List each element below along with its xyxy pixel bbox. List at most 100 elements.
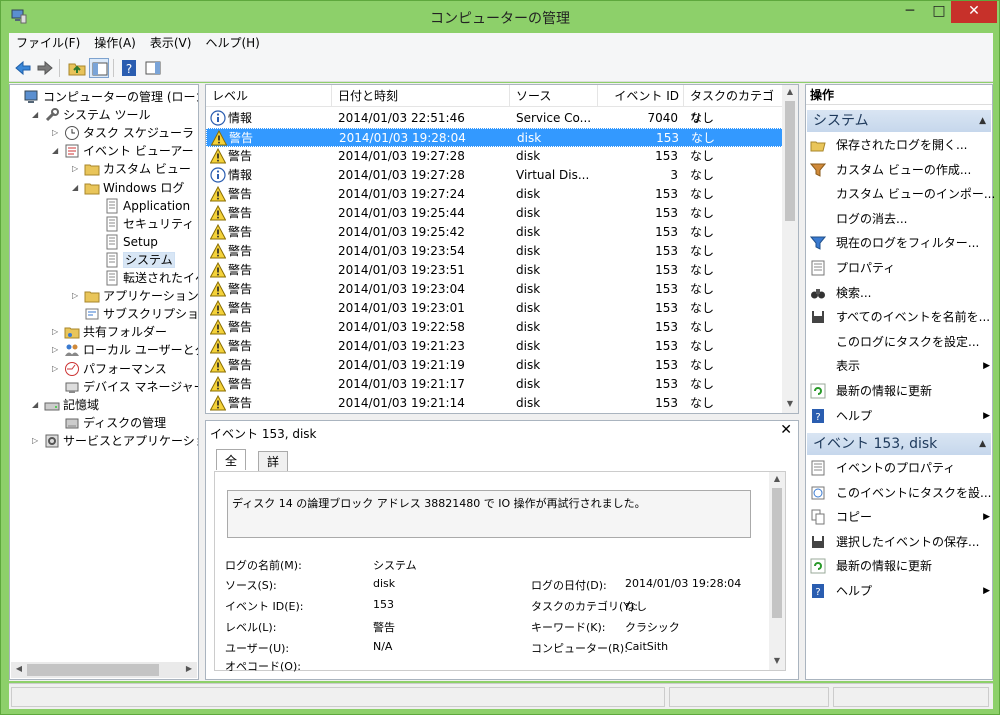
action-item[interactable]: 現在のログをフィルター...: [809, 232, 990, 254]
action-item[interactable]: カスタム ビューの作成...: [809, 159, 990, 181]
scroll-thumb[interactable]: [785, 101, 795, 221]
event-row[interactable]: 警告 2014/01/03 19:28:04 disk 153 なし: [206, 128, 784, 147]
action-item[interactable]: ログの消去...: [810, 208, 990, 230]
action-item[interactable]: コピー ▶: [810, 506, 990, 528]
event-row[interactable]: 警告 2014/01/03 19:23:51 disk 153 なし: [206, 261, 784, 280]
tree-item[interactable]: ▷ パフォーマンス: [52, 360, 167, 378]
up-folder-icon[interactable]: [67, 58, 87, 78]
scroll-down-icon[interactable]: ▼: [769, 656, 785, 665]
column-header-event-id[interactable]: イベント ID: [598, 85, 684, 107]
column-header-source[interactable]: ソース: [510, 85, 598, 107]
tree-item[interactable]: デバイス マネージャー: [52, 378, 198, 396]
expand-icon[interactable]: ▷: [32, 432, 42, 450]
expand-icon[interactable]: ▷: [52, 360, 62, 378]
action-item[interactable]: 表示 ▶: [810, 355, 990, 377]
scroll-up-icon[interactable]: ▲: [782, 87, 798, 96]
tree-item[interactable]: ▷ サービスとアプリケーション: [32, 432, 198, 450]
expand-icon[interactable]: ▷: [52, 341, 62, 359]
event-row[interactable]: 警告 2014/01/03 19:21:23 disk 153 なし: [206, 337, 784, 356]
action-item[interactable]: プロパティ: [810, 257, 990, 279]
event-row[interactable]: 警告 2014/01/03 19:27:28 disk 153 なし: [206, 147, 784, 166]
menu-help[interactable]: ヘルプ(H): [198, 33, 266, 54]
tree-item[interactable]: ▷ カスタム ビュー: [72, 160, 191, 178]
event-row[interactable]: 警告 2014/01/03 19:25:42 disk 153 なし: [206, 223, 784, 242]
tree-item[interactable]: コンピューターの管理 (ローカル): [12, 88, 198, 106]
tree-item[interactable]: ◢ システム ツール: [32, 106, 150, 124]
action-item[interactable]: 選択したイベントの保存...: [810, 531, 990, 553]
maximize-button[interactable]: □: [925, 1, 953, 23]
event-list-vertical-scrollbar[interactable]: ▲ ▼: [782, 85, 798, 413]
tree-item[interactable]: ▷ ローカル ユーザーとグループ: [52, 341, 198, 359]
event-row[interactable]: 警告 2014/01/03 19:22:58 disk 153 なし: [206, 318, 784, 337]
column-header-task-category[interactable]: タスクのカテゴリ: [684, 85, 784, 125]
event-row[interactable]: 警告 2014/01/03 19:27:24 disk 153 なし: [206, 185, 784, 204]
collapse-icon[interactable]: ◢: [32, 396, 42, 414]
action-item[interactable]: カスタム ビューのインポー...: [810, 183, 995, 205]
tree-item[interactable]: セキュリティ: [92, 215, 194, 233]
scroll-right-icon[interactable]: ▶: [181, 664, 197, 673]
tree-item[interactable]: ◢ Windows ログ: [72, 179, 184, 197]
action-item[interactable]: イベントのプロパティ: [810, 457, 990, 479]
action-item[interactable]: 最新の情報に更新: [810, 380, 990, 402]
column-header-level[interactable]: レベル: [206, 85, 332, 107]
menu-action[interactable]: 操作(A): [87, 33, 143, 54]
menu-view[interactable]: 表示(V): [143, 33, 199, 54]
scroll-thumb[interactable]: [772, 488, 782, 618]
tree-item[interactable]: ◢ 記憶域: [32, 396, 99, 414]
action-item[interactable]: 最新の情報に更新: [810, 555, 990, 577]
tree-item[interactable]: 転送されたイベント: [92, 269, 198, 287]
console-tree-icon[interactable]: [89, 58, 109, 78]
forward-arrow-icon[interactable]: [35, 58, 55, 78]
action-item[interactable]: ? ヘルプ ▶: [810, 405, 990, 427]
tree-item[interactable]: システム: [92, 251, 175, 269]
column-header-datetime[interactable]: 日付と時刻: [332, 85, 510, 107]
collapse-icon[interactable]: ▲: [979, 110, 986, 132]
expand-icon[interactable]: ▷: [52, 124, 62, 142]
actions-section-system[interactable]: システム ▲: [807, 110, 991, 132]
action-item[interactable]: 保存されたログを開く...: [810, 134, 990, 156]
tree-horizontal-scrollbar[interactable]: ◀ ▶: [11, 662, 197, 678]
tab-details[interactable]: 詳細: [258, 451, 289, 489]
scroll-thumb[interactable]: [27, 664, 159, 676]
menu-file[interactable]: ファイル(F): [9, 33, 87, 54]
tree-item[interactable]: サブスクリプション: [72, 305, 198, 323]
collapse-icon[interactable]: ◢: [72, 179, 82, 197]
tree-item[interactable]: ▷ 共有フォルダー: [52, 323, 167, 341]
event-row[interactable]: 警告 2014/01/03 19:23:01 disk 153 なし: [206, 299, 784, 318]
event-row[interactable]: 警告 2014/01/03 19:21:17 disk 153 なし: [206, 375, 784, 394]
action-item[interactable]: このログにタスクを設定...: [810, 331, 990, 353]
event-row[interactable]: 警告 2014/01/03 19:25:44 disk 153 なし: [206, 204, 784, 223]
back-arrow-icon[interactable]: [13, 58, 33, 78]
action-item[interactable]: ? ヘルプ ▶: [810, 580, 990, 602]
collapse-icon[interactable]: ◢: [52, 142, 62, 160]
tree-item[interactable]: ▷ アプリケーションとサービ: [72, 287, 198, 305]
tree-item[interactable]: ▷ タスク スケジューラ: [52, 124, 194, 142]
scroll-down-icon[interactable]: ▼: [782, 399, 798, 408]
close-button[interactable]: ✕: [951, 1, 997, 23]
tree-item[interactable]: ディスクの管理: [52, 414, 166, 432]
event-row[interactable]: 警告 2014/01/03 19:21:14 disk 153 なし: [206, 394, 784, 413]
tab-general[interactable]: 全般: [216, 449, 247, 490]
action-item[interactable]: このイベントにタスクを設...: [810, 482, 991, 504]
expand-icon[interactable]: ▷: [72, 287, 82, 305]
detail-vertical-scrollbar[interactable]: ▲ ▼: [769, 472, 785, 670]
collapse-icon[interactable]: ◢: [32, 106, 42, 124]
expand-icon[interactable]: ▷: [52, 323, 62, 341]
event-row[interactable]: 警告 2014/01/03 19:23:54 disk 153 なし: [206, 242, 784, 261]
scroll-up-icon[interactable]: ▲: [769, 474, 785, 483]
expand-icon[interactable]: ▷: [72, 160, 82, 178]
collapse-icon[interactable]: ▲: [979, 433, 986, 455]
help-icon[interactable]: ?: [119, 58, 139, 78]
event-row[interactable]: 警告 2014/01/03 19:21:19 disk 153 なし: [206, 356, 784, 375]
event-row[interactable]: 警告 2014/01/03 19:23:04 disk 153 なし: [206, 280, 784, 299]
show-action-pane-icon[interactable]: [143, 58, 163, 78]
actions-section-event[interactable]: イベント 153, disk ▲: [807, 433, 991, 455]
action-item[interactable]: すべてのイベントを名前を...: [810, 306, 990, 328]
event-row[interactable]: 情報 2014/01/03 22:51:46 Service Co... 7040 なし: [206, 109, 784, 128]
event-row[interactable]: 情報 2014/01/03 19:27:28 Virtual Dis... 3 なし: [206, 166, 784, 185]
close-icon[interactable]: ✕: [780, 422, 792, 438]
tree-item[interactable]: ◢ イベント ビューアー: [52, 142, 194, 160]
tree-item[interactable]: Setup: [92, 233, 158, 251]
scroll-left-icon[interactable]: ◀: [11, 664, 27, 673]
minimize-button[interactable]: ─: [896, 1, 924, 23]
